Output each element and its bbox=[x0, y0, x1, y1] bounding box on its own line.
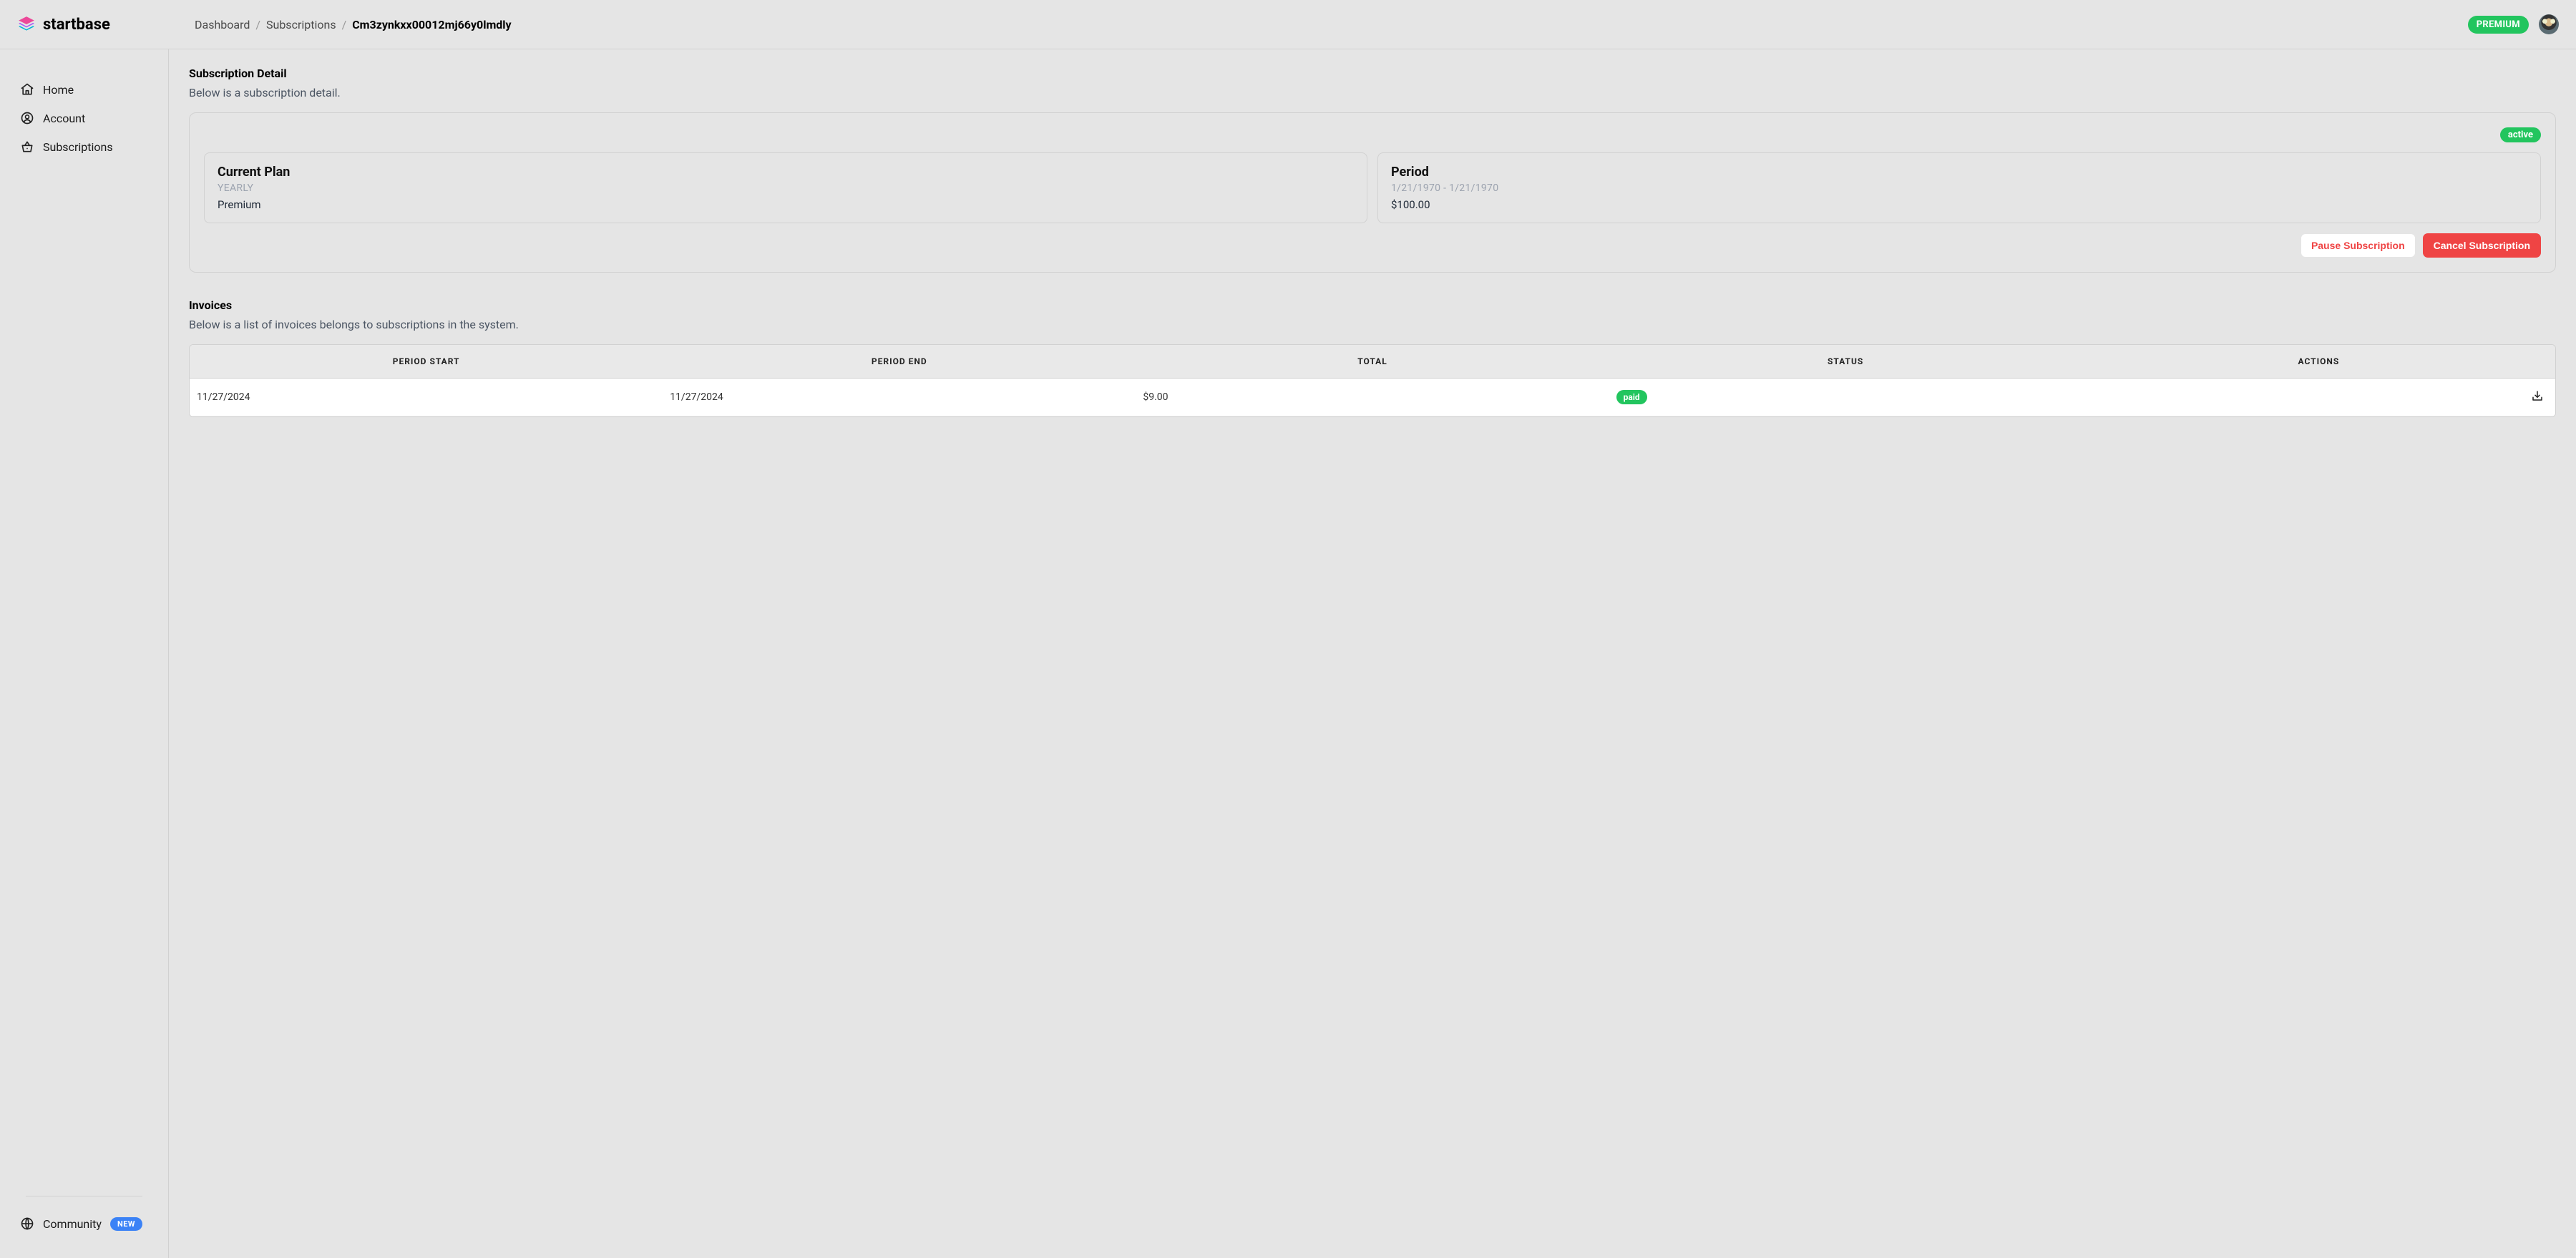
period-box: Period 1/21/1970 - 1/21/1970 $100.00 bbox=[1377, 152, 2541, 223]
current-plan-box: Current Plan YEARLY Premium bbox=[204, 152, 1367, 223]
subscription-card: active Current Plan YEARLY Premium Perio… bbox=[189, 112, 2556, 273]
invoices-subtitle: Below is a list of invoices belongs to s… bbox=[189, 318, 2556, 331]
logo-text: startbase bbox=[43, 16, 110, 34]
section-subtitle: Below is a subscription detail. bbox=[189, 86, 2556, 99]
breadcrumb-dashboard[interactable]: Dashboard bbox=[195, 18, 250, 31]
sidebar-item-label: Account bbox=[43, 112, 85, 125]
main-content: Subscription Detail Below is a subscript… bbox=[169, 49, 2576, 1258]
logo-icon bbox=[17, 15, 36, 34]
invoices-section: Invoices Below is a list of invoices bel… bbox=[189, 298, 2556, 417]
sidebar-item-subscriptions[interactable]: Subscriptions bbox=[13, 132, 155, 161]
download-icon[interactable] bbox=[2531, 389, 2544, 402]
col-total: TOTAL bbox=[1136, 345, 1609, 379]
breadcrumb-separator: / bbox=[342, 18, 347, 31]
sidebar-item-home[interactable]: Home bbox=[13, 75, 155, 104]
basket-icon bbox=[20, 140, 34, 154]
home-icon bbox=[20, 82, 34, 97]
user-circle-icon bbox=[20, 111, 34, 125]
status-badge: active bbox=[2500, 127, 2541, 142]
cell-period-end: 11/27/2024 bbox=[663, 379, 1136, 416]
breadcrumb-separator: / bbox=[255, 18, 260, 31]
avatar[interactable] bbox=[2539, 14, 2559, 34]
invoices-table: PERIOD START PERIOD END TOTAL STATUS ACT… bbox=[189, 344, 2556, 417]
logo[interactable]: startbase bbox=[0, 15, 169, 34]
sidebar-item-community[interactable]: Community NEW bbox=[13, 1209, 155, 1238]
period-amount: $100.00 bbox=[1391, 198, 2527, 211]
section-title: Subscription Detail bbox=[189, 67, 2556, 80]
subscription-section: Subscription Detail Below is a subscript… bbox=[189, 67, 2556, 273]
cell-period-start: 11/27/2024 bbox=[190, 379, 663, 416]
topbar: startbase Dashboard / Subscriptions / Cm… bbox=[0, 0, 2576, 49]
cell-actions bbox=[2082, 379, 2555, 416]
cell-status: paid bbox=[1609, 379, 2082, 416]
col-status: STATUS bbox=[1609, 345, 2082, 379]
breadcrumb-current: Cm3zynkxx00012mj66y0lmdly bbox=[352, 18, 511, 31]
invoices-title: Invoices bbox=[189, 298, 2556, 312]
pause-subscription-button[interactable]: Pause Subscription bbox=[2301, 233, 2416, 258]
plan-heading: Current Plan bbox=[218, 165, 1354, 180]
period-heading: Period bbox=[1391, 165, 2527, 180]
sidebar-item-account[interactable]: Account bbox=[13, 104, 155, 132]
col-actions: ACTIONS bbox=[2082, 345, 2555, 379]
table-row: 11/27/2024 11/27/2024 $9.00 paid bbox=[190, 379, 2555, 416]
sidebar-item-label: Home bbox=[43, 83, 74, 97]
paid-badge: paid bbox=[1616, 390, 1647, 404]
cell-total: $9.00 bbox=[1136, 379, 1609, 416]
breadcrumb: Dashboard / Subscriptions / Cm3zynkxx000… bbox=[169, 18, 512, 31]
premium-badge: PREMIUM bbox=[2468, 16, 2529, 34]
col-period-end: PERIOD END bbox=[663, 345, 1136, 379]
sidebar: Home Account bbox=[0, 49, 169, 1258]
plan-name: Premium bbox=[218, 198, 1354, 211]
sidebar-item-label: Subscriptions bbox=[43, 140, 113, 154]
period-range: 1/21/1970 - 1/21/1970 bbox=[1391, 182, 2527, 194]
col-period-start: PERIOD START bbox=[190, 345, 663, 379]
cancel-subscription-button[interactable]: Cancel Subscription bbox=[2423, 233, 2541, 258]
plan-interval: YEARLY bbox=[218, 182, 1354, 194]
globe-icon bbox=[20, 1216, 34, 1231]
breadcrumb-subscriptions[interactable]: Subscriptions bbox=[266, 18, 336, 31]
new-badge: NEW bbox=[110, 1217, 142, 1231]
sidebar-item-label: Community bbox=[43, 1217, 102, 1231]
